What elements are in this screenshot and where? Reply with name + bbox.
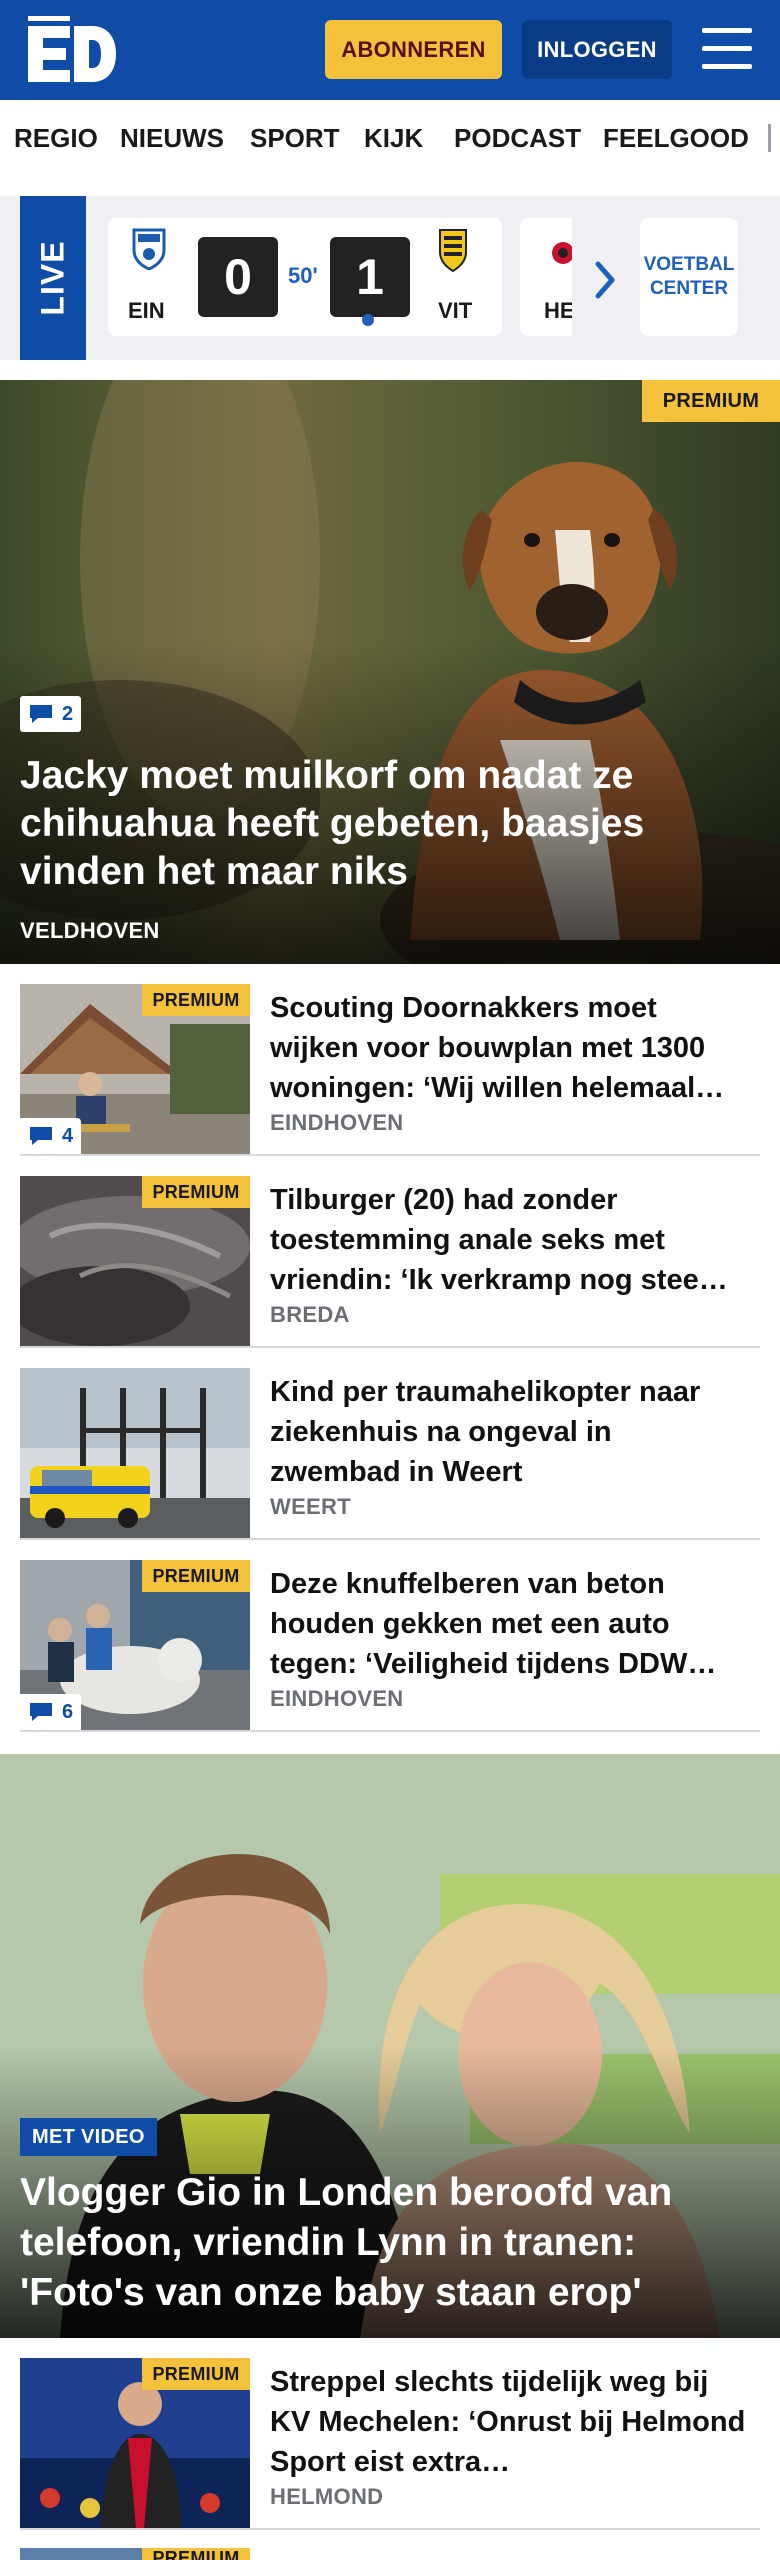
premium-badge: PREMIUM [142,2548,250,2560]
comment-count-badge[interactable]: 6 [20,1694,82,1730]
next-match-code: HE [544,298,572,323]
nav-item-regio[interactable]: REGIO [14,100,98,176]
article-title[interactable]: Kind per traumahelikopter naar ziekenhui… [270,1372,748,1492]
article-location: BREDA [270,1302,350,1327]
article-title[interactable]: Streppel slechts tijdelijk weg bij KV Me… [270,2362,748,2482]
away-score: 1 [330,237,410,317]
voetbal-center-label-1: VOETBAL [643,254,735,275]
psv-crest-icon [132,228,166,270]
nav-item-kijk[interactable]: KIJK [364,100,423,176]
comment-count-badge[interactable]: 2 [20,696,82,732]
video-badge: MET VIDEO [20,2118,157,2156]
article-location: EINDHOVEN [270,1686,404,1711]
comment-count: 2 [62,702,74,725]
article-location: EINDHOVEN [270,1110,404,1135]
comment-icon [30,1703,52,1721]
chevron-right-icon[interactable] [584,250,628,310]
premium-badge: PREMIUM [142,984,250,1016]
nav-overflow-indicator [768,124,771,152]
live-indicator-dot [362,314,374,326]
live-label: LIVE [20,196,86,360]
home-team-code: EIN [128,298,165,323]
article-title[interactable]: Scouting Doornakkers moet wijken voor bo… [270,988,748,1108]
premium-badge: PREMIUM [642,380,780,422]
comment-icon [30,705,52,723]
nav-item-nieuws[interactable]: NIEUWS [120,100,224,176]
main-nav: REGIO NIEUWS SPORT KIJK PODCAST FEELGOOD [0,100,780,176]
comment-count: 6 [62,1700,74,1723]
hamburger-menu-icon[interactable] [700,24,754,74]
login-button[interactable]: INLOGGEN [522,20,672,79]
video-article-title[interactable]: Vlogger Gio in Londen beroofd van telefo… [20,2168,760,2318]
away-team-code: VIT [438,298,473,323]
premium-badge: PREMIUM [142,1176,250,1208]
nav-item-sport[interactable]: SPORT [250,100,340,176]
voetbal-center-link[interactable]: VOETBAL CENTER [640,218,738,336]
article-location: WEERT [270,1494,351,1519]
nav-item-podcast[interactable]: PODCAST [454,100,581,176]
list-item[interactable]: PREMIUM [20,2548,760,2560]
list-item[interactable]: PREMIUM 4 Scouting Doornakkers moet wijk… [20,984,760,1156]
match-minute: 50' [288,263,318,288]
site-header: ABONNEREN INLOGGEN [0,0,780,100]
comment-count-badge[interactable]: 4 [20,1118,82,1154]
subscribe-button[interactable]: ABONNEREN [325,20,502,79]
hero-title[interactable]: Jacky moet muilkorf om nadat ze chihuahu… [20,752,740,896]
home-score: 0 [198,237,278,317]
comment-icon [30,1127,52,1145]
premium-badge: PREMIUM [142,2358,250,2390]
article-title[interactable]: Deze knuffelberen van beton houden gekke… [270,1564,748,1684]
vitesse-crest-icon [439,229,467,272]
premium-badge: PREMIUM [142,1560,250,1592]
hero-article[interactable]: PREMIUM 2 Jacky moet muilkorf om nadat z… [0,380,780,964]
voetbal-center-label-2: CENTER [649,278,729,299]
article-location: HELMOND [270,2484,384,2509]
list-item[interactable]: PREMIUM Streppel slechts tijdelijk weg b… [20,2358,760,2530]
nav-item-feelgood[interactable]: FEELGOOD [603,100,749,176]
comment-count: 4 [62,1124,74,1147]
list-item[interactable]: Kind per traumahelikopter naar ziekenhui… [20,1368,760,1540]
hero-location: VELDHOVEN [20,918,160,943]
article-title[interactable]: Tilburger (20) had zonder toestemming an… [270,1180,748,1300]
article-thumbnail [20,1368,250,1538]
list-item[interactable]: PREMIUM 6 Deze knuffelberen van beton ho… [20,1560,760,1732]
list-item[interactable]: PREMIUM Tilburger (20) had zonder toeste… [20,1176,760,1348]
helmond-crest-icon [552,242,572,264]
ed-logo[interactable] [26,16,116,84]
next-match-card[interactable]: HE [520,218,572,336]
